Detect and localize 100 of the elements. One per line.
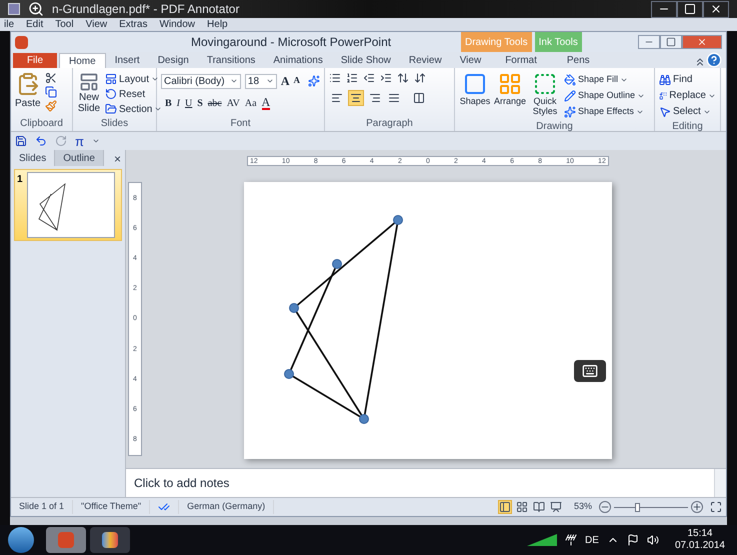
menu-item[interactable]: Tool: [55, 18, 74, 30]
group-label: Font: [230, 118, 250, 129]
slide-counter: Slide 1 of 1: [11, 500, 74, 514]
format-button[interactable]: A: [262, 97, 270, 110]
format-button[interactable]: I: [176, 96, 180, 111]
ribbon-tab[interactable]: Animations: [264, 53, 332, 68]
ribbon-tab[interactable]: Review: [400, 53, 451, 68]
view-button[interactable]: [532, 500, 546, 514]
taskbar-app[interactable]: [90, 527, 130, 553]
font-size-field[interactable]: 18: [244, 74, 277, 88]
ribbon-tab[interactable]: View: [450, 53, 490, 68]
ribbon-tab[interactable]: Home: [59, 53, 106, 68]
scrollbar[interactable]: [714, 469, 726, 497]
outdent-icon[interactable]: [363, 72, 375, 84]
ribbon-tab[interactable]: File: [13, 53, 57, 68]
group-label: Paragraph: [366, 118, 413, 129]
paint-bucket-icon: [564, 74, 576, 86]
clock-date: 07.01.2014: [674, 540, 725, 552]
ribbon-tab[interactable]: Pens: [558, 53, 599, 68]
close-button[interactable]: [703, 0, 729, 18]
close-pane-button[interactable]: ×: [114, 150, 121, 166]
menu-item[interactable]: Help: [207, 18, 228, 30]
columns-icon[interactable]: [413, 92, 425, 104]
editing-button[interactable]: Find: [659, 72, 716, 87]
layout-icon: [105, 73, 117, 85]
font-name-field[interactable]: Calibri (Body): [161, 74, 241, 88]
zoom-icon[interactable]: [28, 1, 44, 17]
align-button[interactable]: [348, 90, 364, 106]
drawing-button[interactable]: Quick Styles: [529, 72, 561, 119]
caret-icon: [230, 77, 238, 85]
ribbon-tab[interactable]: Transitions: [198, 53, 264, 68]
shape-menu-button[interactable]: Shape Outline: [564, 88, 646, 103]
zoom-in-icon[interactable]: [691, 501, 703, 513]
customize-icon[interactable]: [92, 137, 100, 145]
fit-icon[interactable]: [710, 501, 722, 513]
copy-icon[interactable]: [44, 86, 57, 98]
ribbon-tab[interactable]: Design: [148, 53, 198, 68]
ribbon-tab[interactable]: Format: [496, 53, 546, 68]
wifi-icon[interactable]: [565, 534, 578, 546]
maximize-button[interactable]: [677, 0, 703, 18]
new-slide-button[interactable]: New Slide: [77, 72, 101, 116]
sparkle-icon: [564, 106, 576, 118]
menu-item[interactable]: Extras: [119, 18, 148, 30]
align-center-icon: [350, 92, 362, 104]
format-button[interactable]: U: [185, 96, 192, 111]
numbering-icon[interactable]: [346, 72, 358, 84]
format-button[interactable]: B: [165, 96, 172, 111]
paste-button[interactable]: Paste: [15, 72, 41, 111]
pane-tab[interactable]: Outline: [55, 150, 104, 166]
drawing-button[interactable]: Arrange: [494, 72, 526, 119]
slides-menu-button[interactable]: Section: [105, 102, 162, 116]
text-direction-icon[interactable]: [414, 72, 426, 84]
menu-item[interactable]: Edit: [26, 18, 44, 30]
line-drawing[interactable]: [284, 215, 403, 424]
menu-item[interactable]: View: [86, 18, 108, 30]
format-button[interactable]: S: [197, 96, 203, 111]
help-icon[interactable]: [706, 52, 722, 68]
shrink-font-button[interactable]: A: [294, 74, 300, 88]
signal-icon: [527, 534, 558, 546]
view-button[interactable]: [514, 500, 529, 514]
shape-menu-button[interactable]: Shape Effects: [564, 104, 646, 119]
cut-icon[interactable]: [44, 72, 57, 84]
drawing-button[interactable]: Shapes: [459, 72, 491, 119]
ribbon-tab[interactable]: Insert: [106, 53, 149, 68]
zoom-slider[interactable]: [614, 502, 688, 512]
ribbon-tab[interactable]: Slide Show: [332, 53, 400, 68]
collapse-ribbon-icon[interactable]: [694, 56, 706, 68]
editing-button[interactable]: Select: [659, 104, 716, 119]
menu-item[interactable]: Window: [159, 18, 196, 30]
theme-name: "Office Theme": [73, 500, 150, 514]
format-button[interactable]: AV: [226, 96, 240, 111]
spelling-icon[interactable]: [158, 501, 170, 513]
minimize-button[interactable]: [651, 0, 677, 18]
indent-icon[interactable]: [380, 72, 392, 84]
editing-button[interactable]: Replace: [659, 88, 716, 103]
undo-icon[interactable]: [35, 135, 47, 147]
menu-item[interactable]: ile: [4, 18, 14, 30]
start-button[interactable]: [8, 527, 34, 553]
replace-icon: [659, 90, 668, 102]
context-tab-header: Drawing Tools: [461, 32, 532, 52]
format-button[interactable]: abc: [208, 96, 222, 111]
maximize-button[interactable]: [660, 35, 682, 49]
view-button[interactable]: [498, 500, 512, 514]
clear-format-icon[interactable]: [308, 75, 320, 87]
notes-field[interactable]: Click to add notes: [126, 469, 714, 497]
line-spacing-icon[interactable]: [397, 72, 409, 84]
slides-menu-button[interactable]: Reset: [105, 87, 162, 101]
volume-icon[interactable]: [646, 534, 659, 546]
view-button[interactable]: [548, 500, 563, 514]
format-painter-icon[interactable]: [44, 100, 57, 112]
grow-font-button[interactable]: A: [280, 72, 290, 90]
zoom-out-icon[interactable]: [599, 501, 611, 513]
slide-thumbnail[interactable]: 1: [14, 169, 122, 241]
format-button[interactable]: Aa: [244, 96, 257, 111]
slides-menu-button[interactable]: Layout: [105, 72, 162, 86]
shape-menu-button[interactable]: Shape Fill: [564, 72, 646, 87]
flag-icon[interactable]: [626, 534, 639, 546]
keyboard-button[interactable]: [574, 360, 606, 382]
equation-button[interactable]: π: [75, 134, 84, 148]
save-icon[interactable]: [15, 135, 27, 147]
